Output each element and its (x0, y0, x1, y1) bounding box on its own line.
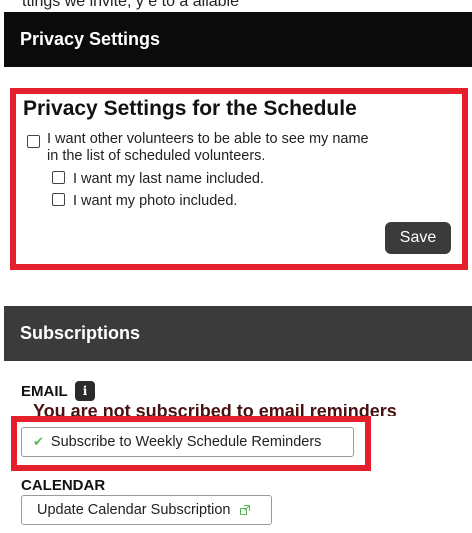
subscriptions-title: Subscriptions (20, 323, 141, 343)
top-fragment: ttings we invite, y e to a ailable (22, 0, 240, 10)
photo-label: I want my photo included. (73, 193, 238, 209)
update-calendar-label: Update Calendar Subscription (37, 502, 231, 518)
privacy-settings-title: Privacy Settings (20, 29, 161, 49)
last-name-label: I want my last name included. (73, 171, 265, 187)
check-icon: ✔ (33, 434, 44, 449)
top-cut-text: ttings we invite, y e to a ailable (0, 0, 472, 12)
email-status-text: You are not subscribed to email reminder… (33, 404, 397, 416)
subscribe-weekly-label: Subscribe to Weekly Schedule Reminders (50, 434, 322, 450)
last-name-checkbox[interactable] (52, 171, 65, 184)
show-name-checkbox[interactable] (27, 135, 40, 148)
calendar-label: CALENDAR (21, 477, 106, 494)
privacy-settings-header: Privacy Settings (4, 12, 472, 67)
external-link-icon (240, 505, 251, 515)
update-calendar-button[interactable]: Update Calendar Subscription (21, 495, 272, 525)
show-name-label-line2: in the list of scheduled volunteers. (47, 148, 266, 164)
show-name-label-line1: I want other volunteers to be able to se… (47, 131, 369, 147)
subscriptions-header: Subscriptions (4, 306, 472, 361)
info-icon[interactable]: i (75, 381, 95, 401)
photo-checkbox[interactable] (52, 193, 65, 206)
save-button[interactable]: Save (385, 222, 451, 254)
subscribe-weekly-button[interactable]: ✔ Subscribe to Weekly Schedule Reminders (21, 427, 354, 457)
privacy-schedule-title: Privacy Settings for the Schedule (23, 97, 357, 120)
email-label: EMAIL (21, 383, 68, 400)
